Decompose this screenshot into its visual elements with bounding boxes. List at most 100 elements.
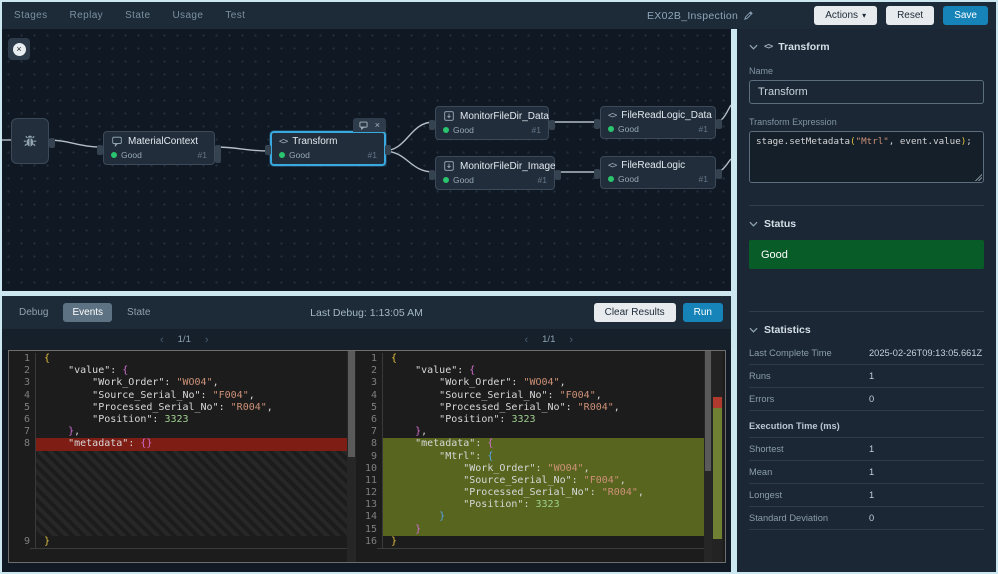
- code-token: ,: [614, 402, 620, 413]
- line-number: 5: [9, 402, 36, 414]
- line-number: [9, 451, 36, 536]
- code-token: "Processed_Serial_No": [463, 487, 589, 498]
- diff-line: 16}: [356, 536, 704, 548]
- code-token: [44, 426, 68, 437]
- debug-header: DebugEventsState Last Debug: 1:13:05 AM …: [2, 296, 731, 329]
- actions-button[interactable]: Actions▾: [814, 6, 877, 25]
- scrollbar-thumb[interactable]: [705, 351, 711, 471]
- close-icon[interactable]: ×: [375, 120, 380, 130]
- chevron-down-icon[interactable]: [749, 221, 758, 227]
- code-token: "Mtrl": [439, 451, 475, 462]
- output-port[interactable]: [555, 170, 561, 180]
- inspector-section-transform[interactable]: <> Transform: [749, 41, 984, 53]
- run-count: #1: [538, 175, 547, 185]
- line-content: "Position": 3323: [36, 414, 347, 426]
- stat-value: 0: [869, 513, 874, 523]
- section-divider: [749, 311, 984, 312]
- output-port[interactable]: [385, 145, 391, 155]
- reset-button[interactable]: Reset: [886, 6, 934, 25]
- scrollbar-thumb[interactable]: [348, 351, 355, 457]
- code-token: "Position": [92, 414, 152, 425]
- output-port[interactable]: [549, 120, 555, 130]
- input-port[interactable]: [429, 170, 435, 180]
- menu-item-replay[interactable]: Replay: [70, 10, 104, 21]
- stats-row: Longest1: [749, 484, 984, 507]
- code-token: {: [44, 353, 50, 364]
- line-content: "metadata": {}: [36, 438, 347, 450]
- node-Transform[interactable]: <>TransformGood#1×: [270, 131, 386, 166]
- node-MonitorFileDir_Image[interactable]: MonitorFileDir_ImageGood#1: [435, 156, 555, 190]
- input-port[interactable]: [265, 145, 271, 155]
- node-FileReadLogic[interactable]: <>FileReadLogicGood#1: [600, 156, 716, 189]
- code-token: [391, 499, 463, 510]
- code-token: "Position": [463, 499, 523, 510]
- inspector-section-statistics[interactable]: Statistics: [749, 324, 984, 336]
- diff-after-code: 1{2 "value": {3 "Work_Order": "WO04",4 "…: [356, 351, 704, 562]
- expression-editor[interactable]: stage.setMetadata("Mtrl", event.value);: [749, 131, 984, 183]
- code-token: stage.setMetadata: [756, 136, 850, 147]
- chevron-right-icon[interactable]: ›: [205, 334, 209, 346]
- pipeline-title-text: EX02B_Inspection: [647, 10, 738, 22]
- line-content: {: [383, 353, 704, 365]
- menu-item-state[interactable]: State: [125, 10, 150, 21]
- chevron-left-icon[interactable]: ‹: [524, 334, 528, 346]
- pipeline-title: EX02B_Inspection: [647, 2, 754, 29]
- scrollbar[interactable]: [704, 351, 712, 562]
- clear-results-button[interactable]: Clear Results: [594, 303, 676, 322]
- stat-label: Last Complete Time: [749, 348, 869, 358]
- diff-line: 4 "Source_Serial_No": "F004",: [356, 390, 704, 402]
- node-trigger[interactable]: [11, 118, 49, 164]
- run-count: #1: [532, 125, 541, 135]
- code-token: [391, 414, 439, 425]
- code-token: {: [122, 365, 128, 376]
- output-port[interactable]: [716, 119, 722, 129]
- node-status: Good#1: [272, 149, 384, 164]
- diff-line: [9, 451, 347, 536]
- name-input[interactable]: [749, 80, 984, 104]
- node-FileReadLogic_Data[interactable]: <>FileReadLogic_DataGood#1: [600, 106, 716, 139]
- stat-label: Runs: [749, 371, 869, 381]
- node-MonitorFileDir_Data[interactable]: MonitorFileDir_DataGood#1: [435, 106, 549, 140]
- output-port[interactable]: [49, 138, 55, 148]
- node-MaterialContext[interactable]: MaterialContextGood#1: [103, 131, 215, 165]
- deselect-button[interactable]: ×: [8, 38, 30, 60]
- diff-overview-ruler[interactable]: [712, 351, 723, 562]
- tab-debug[interactable]: Debug: [10, 303, 57, 322]
- content-end: [377, 548, 704, 549]
- menu-item-test[interactable]: Test: [225, 10, 245, 21]
- code-token: "F004": [213, 390, 249, 401]
- line-number: 2: [9, 365, 36, 377]
- menu-item-usage[interactable]: Usage: [172, 10, 203, 21]
- resize-grip[interactable]: [974, 173, 982, 181]
- pipeline-canvas[interactable]: × MaterialContextGood#1<>TransformGood#1…: [2, 29, 731, 291]
- error-port[interactable]: [215, 153, 221, 163]
- edit-title-icon[interactable]: [743, 10, 754, 21]
- pagination-left: ‹ 1/1 ›: [2, 329, 367, 350]
- content-end: [30, 548, 347, 549]
- input-port[interactable]: [429, 120, 435, 130]
- save-button[interactable]: Save: [943, 6, 988, 25]
- comment-icon[interactable]: [359, 121, 368, 130]
- chevron-down-icon[interactable]: [749, 327, 758, 333]
- inspector-section-status[interactable]: Status: [749, 218, 984, 230]
- scrollbar[interactable]: [347, 351, 356, 562]
- status-text: Good: [121, 150, 142, 160]
- diff-line: 5 "Processed_Serial_No": "R004",: [9, 402, 347, 414]
- chevron-down-icon[interactable]: [749, 44, 758, 50]
- node-label: Transform: [292, 136, 337, 147]
- line-content: "Position": 3323: [383, 414, 704, 426]
- code-token: "Position": [439, 414, 499, 425]
- input-port[interactable]: [594, 119, 600, 129]
- input-port[interactable]: [594, 169, 600, 179]
- input-port[interactable]: [97, 145, 103, 155]
- code-token: ,: [213, 377, 219, 388]
- chevron-right-icon[interactable]: ›: [569, 334, 573, 346]
- tab-events[interactable]: Events: [63, 303, 112, 322]
- output-port[interactable]: [716, 169, 722, 179]
- line-content: "Processed_Serial_No": "R004",: [383, 402, 704, 414]
- run-button[interactable]: Run: [683, 303, 723, 322]
- tab-state[interactable]: State: [118, 303, 159, 322]
- menu-item-stages[interactable]: Stages: [14, 10, 48, 21]
- stats-row: Last Complete Time2025-02-26T09:13:05.66…: [749, 342, 984, 365]
- chevron-left-icon[interactable]: ‹: [160, 334, 164, 346]
